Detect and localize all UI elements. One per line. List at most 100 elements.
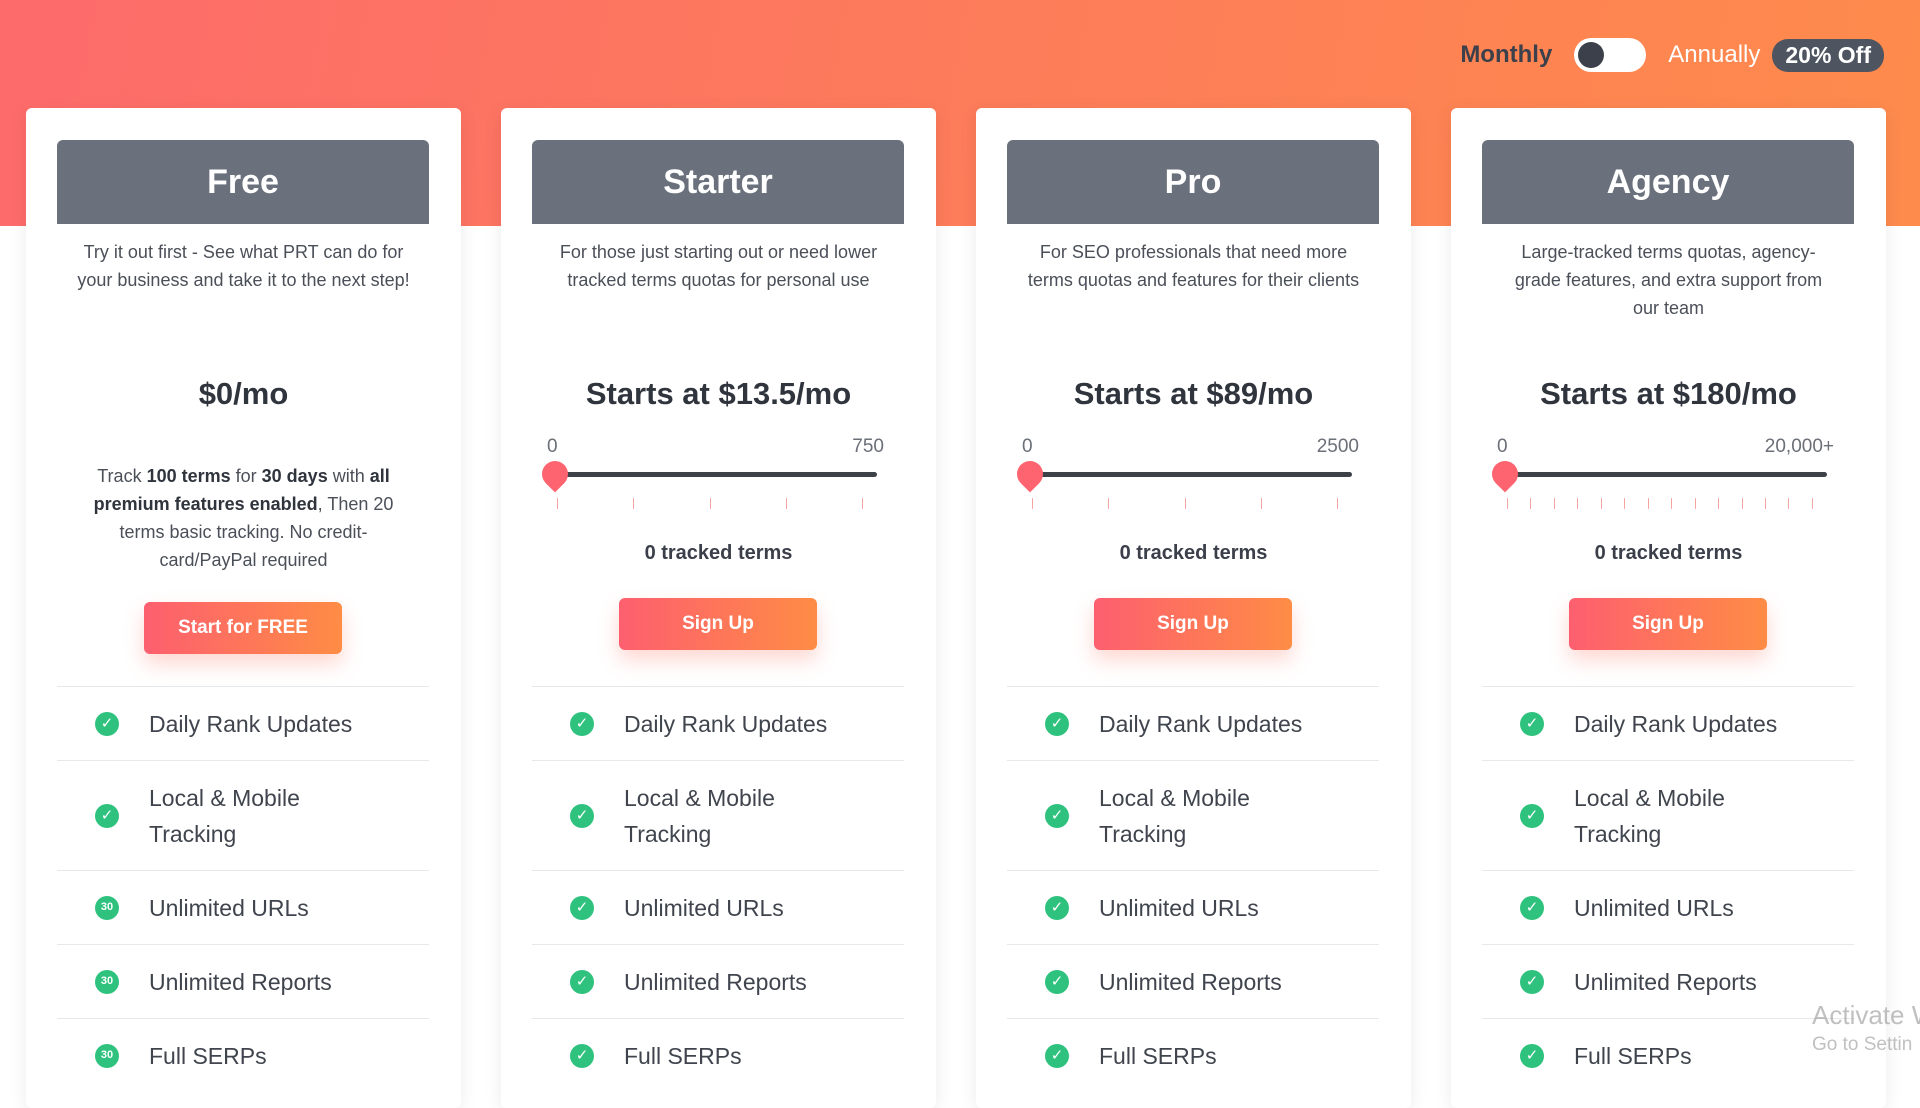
feature-label: Full SERPs — [1099, 1042, 1217, 1069]
slider-tick — [709, 498, 711, 509]
feature-row: ✓ Unlimited Reports — [1007, 944, 1379, 1018]
tracked-terms-count: 0 tracked terms — [1119, 542, 1268, 564]
note-emphasis: 30 days — [261, 466, 328, 486]
feature-row: ✓ Unlimited Reports — [1482, 944, 1854, 1018]
slider-tick — [785, 498, 787, 509]
sign-up-button[interactable]: Sign Up — [619, 598, 817, 650]
start-for-free-button[interactable]: Start for FREE — [144, 602, 342, 654]
note-text: for — [230, 466, 262, 486]
billing-period-switch[interactable] — [1574, 38, 1647, 72]
check-icon: ✓ — [570, 803, 594, 828]
feature-label: Unlimited Reports — [1574, 968, 1757, 995]
discount-badge: 20% Off — [1772, 38, 1884, 72]
feature-label: Daily Rank Updates — [1574, 710, 1778, 737]
slider-tick — [1577, 498, 1579, 509]
tracked-terms-count: 0 tracked terms — [644, 542, 793, 564]
terms-slider-track[interactable] — [557, 472, 877, 477]
check-icon: ✓ — [1520, 895, 1544, 920]
check-icon: ✓ — [1045, 969, 1069, 994]
feature-label: Unlimited URLs — [624, 894, 784, 921]
feature-list: ✓ Daily Rank Updates ✓ Local & Mobile Track… — [1482, 686, 1854, 1092]
sign-up-button[interactable]: Sign Up — [1094, 598, 1292, 650]
trial-30-icon: 30 — [95, 895, 119, 920]
check-icon: ✓ — [95, 803, 119, 828]
note-text: Track — [97, 466, 147, 486]
terms-slider-handle[interactable] — [1011, 455, 1049, 493]
plan-description: Try it out first - See what PRT can do f… — [77, 242, 410, 290]
feature-row: ✓ Unlimited Reports — [532, 944, 904, 1018]
terms-slider-handle[interactable] — [536, 455, 574, 493]
feature-row: ✓ Full SERPs — [532, 1018, 904, 1092]
slider-tick — [557, 498, 558, 509]
feature-label: Unlimited Reports — [149, 968, 332, 995]
activate-windows-watermark: Activate W — [1812, 1000, 1920, 1030]
slider-min-label: 0 — [1022, 436, 1033, 457]
plan-description: Large-tracked terms quotas, agency-grade… — [1514, 242, 1823, 318]
feature-label: Full SERPs — [1574, 1042, 1692, 1069]
slider-tick — [1811, 498, 1813, 509]
activate-windows-subtitle: Go to Settin — [1812, 1034, 1913, 1055]
plan-price: Starts at $13.5/mo — [585, 376, 852, 411]
slider-tick — [1671, 498, 1673, 509]
feature-label: Full SERPs — [624, 1042, 742, 1069]
slider-tick — [1260, 498, 1262, 509]
feature-row: ✓ Local & Mobile Tracking — [532, 760, 904, 870]
feature-row: ✓ Daily Rank Updates — [57, 686, 429, 760]
feature-label: Local & Mobile Tracking — [1574, 784, 1725, 847]
feature-label: Unlimited Reports — [1099, 968, 1282, 995]
slider-tick — [1600, 498, 1602, 509]
feature-list: ✓ Daily Rank Updates ✓ Local & Mobile Track… — [532, 686, 904, 1092]
feature-label: Full SERPs — [149, 1042, 267, 1069]
terms-slider-handle[interactable] — [1486, 455, 1524, 493]
slider-ticks — [1032, 498, 1338, 510]
slider-tick — [1530, 498, 1532, 509]
terms-slider-track[interactable] — [1507, 472, 1827, 477]
check-icon: ✓ — [1520, 969, 1544, 994]
slider-ticks — [1507, 498, 1813, 510]
tracked-terms-count: 0 tracked terms — [1594, 542, 1743, 564]
slider-min-label: 0 — [547, 436, 558, 457]
feature-row: ✓ Daily Rank Updates — [1007, 686, 1379, 760]
slider-tick — [1647, 498, 1649, 509]
feature-row: ✓ Local & Mobile Tracking — [1482, 760, 1854, 870]
plan-name: Pro — [1007, 140, 1379, 224]
check-icon: ✓ — [1520, 1043, 1544, 1068]
feature-label: Local & Mobile Tracking — [1099, 784, 1250, 847]
slider-tick — [1788, 498, 1790, 509]
slider-tick — [1108, 498, 1110, 509]
feature-row: ✓ Daily Rank Updates — [532, 686, 904, 760]
plan-price: Starts at $89/mo — [1073, 376, 1314, 411]
check-icon: ✓ — [1520, 803, 1544, 828]
check-icon: ✓ — [570, 895, 594, 920]
feature-row: ✓ Full SERPs — [1482, 1018, 1854, 1092]
check-icon: ✓ — [95, 711, 119, 736]
slider-tick — [1553, 498, 1555, 509]
slider-min-label: 0 — [1497, 436, 1508, 457]
slider-tick — [1624, 498, 1626, 509]
billing-monthly-label[interactable]: Monthly — [1460, 41, 1552, 69]
feature-label: Unlimited URLs — [1099, 894, 1259, 921]
slider-tick — [1764, 498, 1766, 509]
billing-toggle: Monthly Annually 20% Off — [1460, 38, 1884, 72]
trial-30-icon: 30 — [95, 969, 119, 994]
feature-row: ✓ Unlimited URLs — [1482, 870, 1854, 944]
feature-label: Unlimited Reports — [624, 968, 807, 995]
slider-tick — [1337, 498, 1338, 509]
sign-up-button[interactable]: Sign Up — [1569, 598, 1767, 650]
feature-label: Daily Rank Updates — [1099, 710, 1303, 737]
plan-card-agency: Agency Large-tracked terms quotas, agenc… — [1451, 108, 1886, 1108]
check-icon: ✓ — [570, 711, 594, 736]
note-emphasis: 100 terms — [146, 466, 231, 486]
feature-label: Unlimited URLs — [1574, 894, 1734, 921]
check-icon: ✓ — [1045, 803, 1069, 828]
feature-label: Unlimited URLs — [149, 894, 309, 921]
feature-row: 30 Unlimited Reports — [57, 944, 429, 1018]
free-plan-note: Track 100 terms for 30 days with all pre… — [81, 462, 406, 574]
plan-price: $0/mo — [198, 376, 289, 411]
feature-list: ✓ Daily Rank Updates ✓ Local & Mobile Track… — [57, 686, 429, 1092]
plan-card-starter: Starter For those just starting out or n… — [501, 108, 936, 1108]
slider-tick — [1184, 498, 1186, 509]
plan-description: For SEO professionals that need more ter… — [1027, 242, 1360, 290]
terms-slider-track[interactable] — [1032, 472, 1352, 477]
billing-annually-label[interactable]: Annually — [1668, 41, 1760, 69]
